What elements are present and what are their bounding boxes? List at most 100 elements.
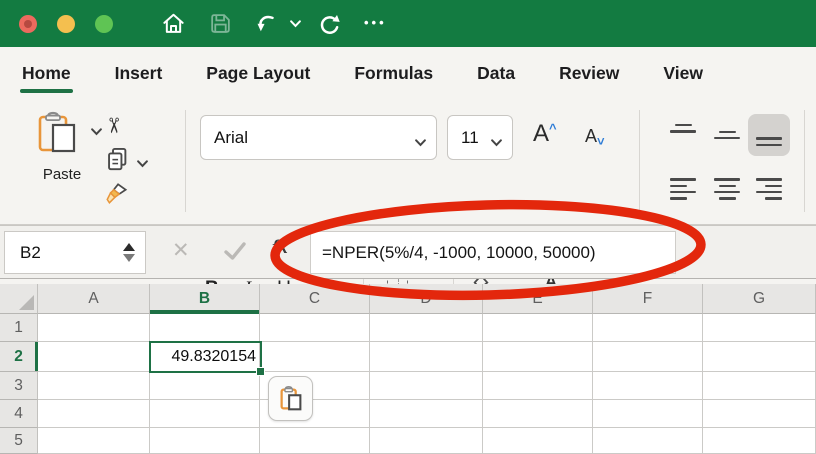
row-header-1[interactable]: 1 (0, 314, 38, 342)
column-header-f[interactable]: F (593, 284, 703, 314)
column-header-b[interactable]: B (150, 284, 260, 314)
cell-g5[interactable] (703, 428, 816, 454)
minimize-window-button[interactable] (57, 15, 75, 33)
align-middle-button[interactable] (706, 114, 748, 156)
ribbon-group-separator (639, 110, 640, 212)
cancel-formula-icon[interactable]: ✕ (172, 238, 190, 263)
tab-view[interactable]: View (661, 49, 705, 98)
cell-g2[interactable] (703, 342, 816, 372)
cell-d1[interactable] (370, 314, 483, 342)
cell-b1[interactable] (150, 314, 260, 342)
format-painter-icon[interactable] (104, 180, 130, 211)
cell-a5[interactable] (38, 428, 150, 454)
font-size-select[interactable]: 11 (447, 115, 513, 160)
name-box-value: B2 (20, 243, 41, 263)
cell-e5[interactable] (483, 428, 593, 454)
cell-a1[interactable] (38, 314, 150, 342)
cut-icon[interactable]: ✂ (102, 116, 123, 134)
copy-icon[interactable] (104, 145, 131, 177)
ribbon-group-separator (804, 110, 805, 212)
align-right-button[interactable] (748, 168, 790, 210)
name-box-spinner[interactable] (123, 243, 135, 262)
cell-d2[interactable] (370, 342, 483, 372)
cell-f4[interactable] (593, 400, 703, 428)
tab-formulas[interactable]: Formulas (352, 49, 435, 98)
column-header-c[interactable]: C (260, 284, 370, 314)
cell-b5[interactable] (150, 428, 260, 454)
tab-home[interactable]: Home (20, 49, 73, 98)
cell-a3[interactable] (38, 372, 150, 400)
cell-c2[interactable] (260, 342, 370, 372)
cell-c1[interactable] (260, 314, 370, 342)
cell-c5[interactable] (260, 428, 370, 454)
cell-a4[interactable] (38, 400, 150, 428)
column-header-g[interactable]: G (703, 284, 816, 314)
font-name-select[interactable]: Arial (200, 115, 437, 160)
cell-e2[interactable] (483, 342, 593, 372)
cell-b4[interactable] (150, 400, 260, 428)
redo-icon[interactable] (317, 11, 342, 36)
column-header-a[interactable]: A (38, 284, 150, 314)
row-header-4[interactable]: 4 (0, 400, 38, 428)
column-header-d[interactable]: D (370, 284, 483, 314)
close-window-button[interactable] (19, 15, 37, 33)
cell-g1[interactable] (703, 314, 816, 342)
formula-text: =NPER(5%/4, -1000, 10000, 50000) (322, 243, 596, 263)
cell-e3[interactable] (483, 372, 593, 400)
cell-b3[interactable] (150, 372, 260, 400)
cell-e1[interactable] (483, 314, 593, 342)
decrease-font-size-button[interactable]: A˅ (585, 126, 605, 147)
align-top-button[interactable] (662, 114, 704, 156)
increase-font-size-button[interactable]: A^ (533, 120, 557, 148)
cell-a2[interactable] (38, 342, 150, 372)
spinner-down-icon[interactable] (123, 254, 135, 262)
font-name-chevron-icon (415, 133, 426, 143)
cell-d4[interactable] (370, 400, 483, 428)
font-size-chevron-icon (491, 133, 502, 143)
cell-f3[interactable] (593, 372, 703, 400)
align-left-button[interactable] (662, 168, 704, 210)
home-icon[interactable] (161, 11, 186, 36)
undo-dropdown-chevron-icon[interactable] (290, 19, 301, 29)
align-bottom-button[interactable] (748, 114, 790, 156)
cell-f2[interactable] (593, 342, 703, 372)
more-toolbar-icon[interactable]: ••• (364, 15, 387, 32)
tab-insert[interactable]: Insert (113, 49, 165, 98)
tab-data[interactable]: Data (475, 49, 517, 98)
paste-clipboard-icon (34, 110, 80, 156)
active-cell-b2[interactable]: 49.8320154 (149, 341, 262, 373)
row-header-2[interactable]: 2 (0, 342, 38, 372)
formula-input[interactable]: =NPER(5%/4, -1000, 10000, 50000) (310, 231, 676, 274)
cell-d5[interactable] (370, 428, 483, 454)
name-box[interactable]: B2 (4, 231, 146, 274)
paste-button[interactable]: Paste (22, 108, 102, 183)
ribbon-group-separator (185, 110, 186, 212)
align-center-button[interactable] (706, 168, 748, 210)
copy-dropdown-chevron-icon[interactable] (137, 156, 148, 166)
cell-f1[interactable] (593, 314, 703, 342)
select-all-corner[interactable] (0, 284, 38, 314)
cell-f5[interactable] (593, 428, 703, 454)
save-icon[interactable] (208, 11, 233, 36)
cell-d3[interactable] (370, 372, 483, 400)
spinner-up-icon[interactable] (123, 243, 135, 251)
paste-options-button[interactable] (268, 376, 313, 421)
tab-page-layout[interactable]: Page Layout (204, 49, 312, 98)
insert-function-icon[interactable]: fx (272, 237, 288, 259)
cell-e4[interactable] (483, 400, 593, 428)
row-header-3[interactable]: 3 (0, 372, 38, 400)
undo-icon[interactable] (255, 11, 280, 36)
zoom-window-button[interactable] (95, 15, 113, 33)
font-name-value: Arial (214, 128, 248, 148)
paste-options-clipboard-icon (276, 384, 306, 414)
confirm-formula-icon[interactable] (222, 238, 248, 264)
row-header-5[interactable]: 5 (0, 428, 38, 454)
column-header-e[interactable]: E (483, 284, 593, 314)
paste-label: Paste (22, 166, 102, 183)
tab-review[interactable]: Review (557, 49, 621, 98)
cell-g3[interactable] (703, 372, 816, 400)
active-cell-value: 49.8320154 (171, 348, 260, 366)
formula-bar: B2 ✕ fx =NPER(5%/4, -1000, 10000, 50000) (0, 225, 816, 279)
fill-handle[interactable] (256, 367, 265, 376)
cell-g4[interactable] (703, 400, 816, 428)
